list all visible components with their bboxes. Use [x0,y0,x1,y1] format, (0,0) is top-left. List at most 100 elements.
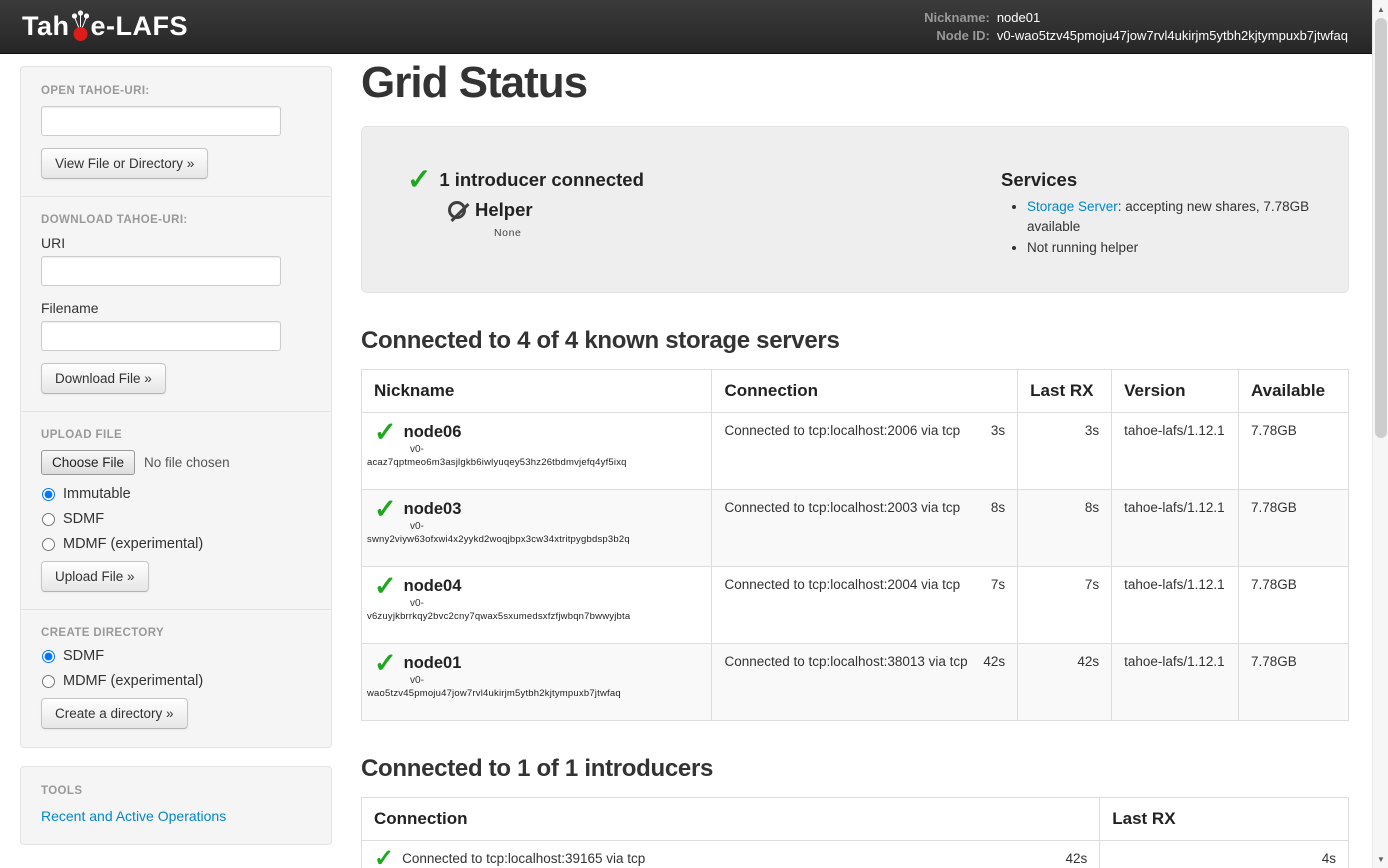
open-uri-section: OPEN TAHOE-URI: View File or Directory » [41,85,311,179]
uri-field-label: URI [41,235,311,251]
server-node-id: acaz7qptmeo6m3asjlgkb6iwlyuqey53hz26tbdm… [367,457,699,468]
server-node-id: swny2viyw63ofxwi4x2yykd2woqjbpx3cw34xtri… [367,534,699,545]
sidebar-controls-box: OPEN TAHOE-URI: View File or Directory »… [20,66,332,748]
storage-servers-table: Nickname Connection Last RX Version Avai… [361,369,1349,721]
services-panel: Services Storage Server: accepting new s… [1001,169,1323,260]
col-last-rx: Last RX [1018,369,1112,412]
connection-text: Connected to tcp:localhost:2006 via tcp [724,423,960,438]
table-row: ✓node01 v0- wao5tzv45pmoju47jow7rvl4ukir… [362,643,1349,720]
recent-operations-link[interactable]: Recent and Active Operations [41,808,226,824]
dir-sdmf-radio[interactable] [42,650,55,663]
download-uri-input[interactable] [41,256,281,286]
last-rx-value: 8s [1018,489,1112,566]
upload-file-label: UPLOAD FILE [41,429,311,441]
dir-mdmf-radio[interactable] [42,675,55,688]
open-uri-label: OPEN TAHOE-URI: [41,85,311,97]
scrollbar-thumb[interactable] [1375,18,1387,438]
introducers-heading: Connected to 1 of 1 introducers [361,755,1349,783]
connected-check-icon: ✓ [374,423,397,441]
download-uri-label: DOWNLOAD TAHOE-URI: [41,214,311,226]
nickname-value: node01 [997,9,1348,26]
server-nickname: node06 [404,423,462,442]
connection-text: Connected to tcp:localhost:38013 via tcp [724,654,967,669]
create-directory-section: CREATE DIRECTORY SDMF MDMF (experimental… [41,627,311,729]
helper-disabled-icon [448,201,466,219]
upload-format-immutable[interactable]: Immutable [42,486,311,502]
tools-label: TOOLS [41,785,311,797]
brand-text-post: e-LAFS [91,11,189,42]
vertical-scrollbar[interactable]: ▲ ▼ [1372,0,1388,868]
status-well: ✓ 1 introducer connected Helper None Ser… [361,126,1349,293]
main-content: Grid Status ✓ 1 introducer connected Hel… [361,54,1349,868]
server-node-id: wao5tzv45pmoju47jow7rvl4ukirjm5ytbh2kjty… [367,688,699,699]
col-nickname: Nickname [362,369,712,412]
introducers-table: Connection Last RX ✓ Connected to tcp:loc… [361,797,1349,868]
col-connection: Connection [362,797,1100,840]
col-last-rx: Last RX [1100,797,1349,840]
introducer-check-icon: ✓ [407,170,431,190]
service-item-storage: Storage Server: accepting new shares, 7.… [1027,197,1323,236]
server-nickname: node03 [404,500,462,519]
create-directory-button[interactable]: Create a directory » [41,698,188,729]
table-header-row: Nickname Connection Last RX Version Avai… [362,369,1349,412]
brand-logo: Tah e-LAFS [22,10,188,44]
helper-value: None [494,227,1001,239]
connection-text: Connected to tcp:localhost:2003 via tcp [724,500,960,515]
service-item-helper: Not running helper [1027,238,1323,258]
immutable-radio[interactable] [42,488,55,501]
connection-text: Connected to tcp:localhost:39165 via tcp [402,851,645,866]
grid-status-page: Tah e-LAFS Nickname: node01 Node ID: v0-… [0,0,1388,868]
connected-check-icon: ✓ [374,654,397,672]
upload-file-button[interactable]: Upload File » [41,561,149,592]
dir-format-sdmf[interactable]: SDMF [42,648,311,664]
scroll-down-icon[interactable]: ▼ [1373,851,1388,867]
download-section: DOWNLOAD TAHOE-URI: URI Filename Downloa… [41,214,311,394]
helper-title: Helper [475,199,533,221]
node-info: Nickname: node01 Node ID: v0-wao5tzv45pm… [924,9,1348,44]
scroll-up-icon[interactable]: ▲ [1373,1,1388,17]
available-value: 7.78GB [1239,643,1349,720]
open-uri-input[interactable] [41,106,281,136]
top-navbar: Tah e-LAFS Nickname: node01 Node ID: v0-… [0,0,1372,54]
create-directory-label: CREATE DIRECTORY [41,627,311,639]
table-row: ✓ Connected to tcp:localhost:39165 via tc… [362,840,1349,868]
last-rx-value: 3s [1018,412,1112,489]
node-id-label: Node ID: [924,27,990,44]
server-nickname: node01 [404,654,462,673]
introducer-status-text: 1 introducer connected [439,169,644,191]
tahoe-balloon-icon [71,10,90,42]
server-node-id: v6zuyjkbrrkqy2bvc2cny7qwax5sxumedsxfzfjw… [367,611,699,622]
mdmf-radio[interactable] [42,538,55,551]
sdmf-radio[interactable] [42,513,55,526]
nickname-label: Nickname: [924,9,990,26]
table-row: ✓node04 v0- v6zuyjkbrrkqy2bvc2cny7qwax5s… [362,566,1349,643]
connected-check-icon: ✓ [374,851,394,867]
brand-text-pre: Tah [22,11,70,42]
dir-format-mdmf[interactable]: MDMF (experimental) [42,673,311,689]
storage-servers-heading: Connected to 4 of 4 known storage server… [361,327,1349,355]
choose-file-button[interactable]: Choose File [41,450,135,475]
divider [21,411,331,412]
tools-box: TOOLS Recent and Active Operations [20,766,332,845]
col-version: Version [1112,369,1239,412]
storage-server-link[interactable]: Storage Server [1027,199,1118,214]
last-rx-value: 7s [1018,566,1112,643]
server-nickname: node04 [404,577,462,596]
view-file-button[interactable]: View File or Directory » [41,148,208,179]
connected-check-icon: ✓ [374,577,397,595]
connected-check-icon: ✓ [374,500,397,518]
available-value: 7.78GB [1239,412,1349,489]
node-id-value: v0-wao5tzv45pmoju47jow7rvl4ukirjm5ytbh2k… [997,27,1348,44]
version-value: tahoe-lafs/1.12.1 [1112,412,1239,489]
filename-field-label: Filename [41,300,311,316]
table-row: ✓node03 v0- swny2viyw63ofxwi4x2yykd2woqj… [362,489,1349,566]
download-filename-input[interactable] [41,321,281,351]
download-file-button[interactable]: Download File » [41,363,166,394]
version-value: tahoe-lafs/1.12.1 [1112,566,1239,643]
version-value: tahoe-lafs/1.12.1 [1112,489,1239,566]
upload-format-mdmf[interactable]: MDMF (experimental) [42,536,311,552]
services-list: Storage Server: accepting new shares, 7.… [1027,197,1323,258]
upload-format-sdmf[interactable]: SDMF [42,511,311,527]
no-file-chosen-text: No file chosen [144,455,230,470]
col-connection: Connection [712,369,1018,412]
